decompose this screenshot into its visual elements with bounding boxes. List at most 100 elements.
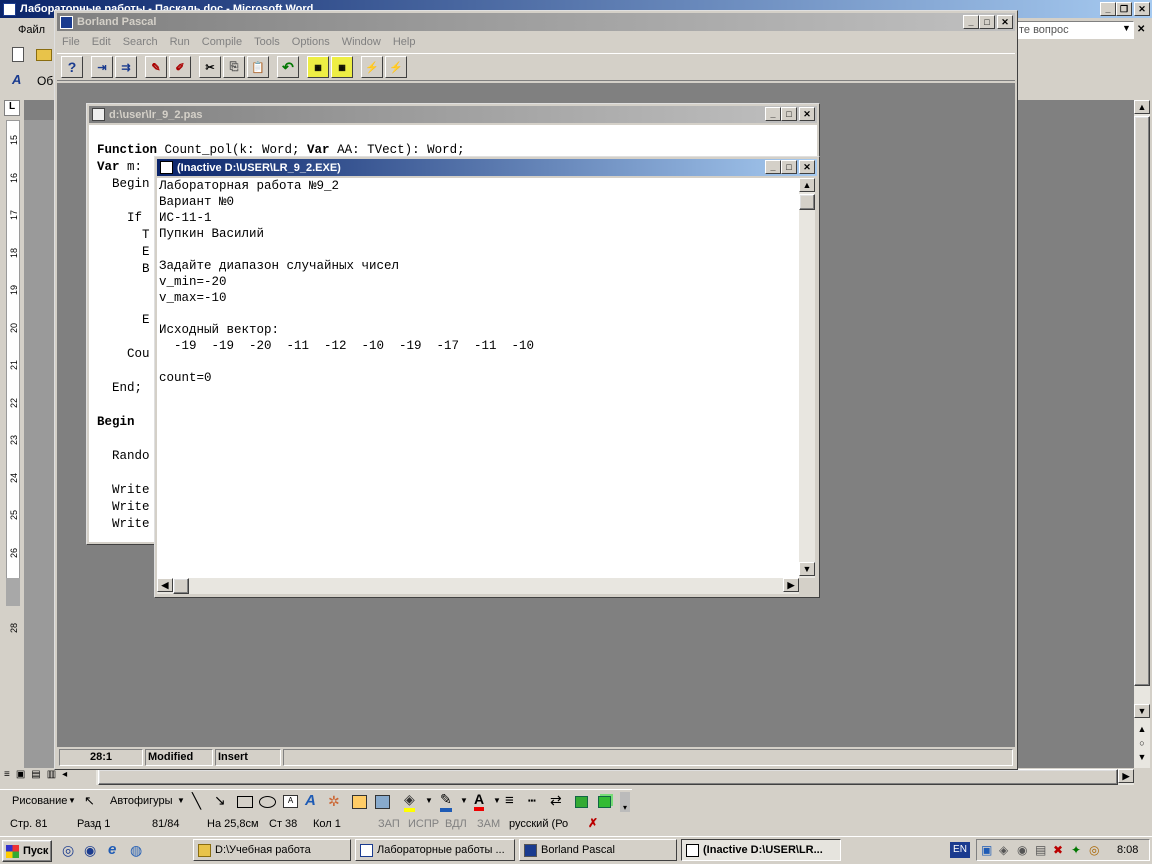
tray-disc-icon[interactable]: ◉ bbox=[1017, 843, 1027, 857]
console-scroll-left-button[interactable]: ◀ bbox=[157, 578, 173, 592]
bp-menu-options[interactable]: Options bbox=[292, 36, 330, 48]
word-mdi-close-icon[interactable]: ✕ bbox=[1137, 24, 1145, 35]
console-maximize-button[interactable]: □ bbox=[781, 160, 797, 174]
editor-close-button[interactable]: ✕ bbox=[799, 107, 815, 121]
rectangle-tool-icon[interactable] bbox=[237, 796, 253, 808]
open-folder-icon[interactable] bbox=[36, 49, 52, 61]
copy-icon[interactable]: ⎘ bbox=[223, 56, 245, 78]
arrow-tool-icon[interactable]: ↘ bbox=[214, 792, 226, 809]
status-ext[interactable]: ВДЛ bbox=[445, 818, 467, 830]
tray-monitor-icon[interactable]: ▤ bbox=[1035, 843, 1046, 857]
start-button[interactable]: Пуск bbox=[2, 840, 52, 862]
bp-close-button[interactable]: ✕ bbox=[997, 15, 1013, 29]
tray-shield-icon[interactable]: ✖ bbox=[1053, 843, 1063, 857]
bp-menu-compile[interactable]: Compile bbox=[202, 36, 242, 48]
select-objects-icon[interactable]: ↖ bbox=[84, 793, 95, 809]
console-horizontal-scrollbar[interactable]: ◀ ▶ bbox=[157, 578, 799, 594]
status-trk[interactable]: ИСПР bbox=[408, 818, 439, 830]
bp-menu-search[interactable]: Search bbox=[123, 36, 158, 48]
cut-icon[interactable]: ✂ bbox=[199, 56, 221, 78]
word-minimize-button[interactable]: _ bbox=[1100, 2, 1116, 16]
make-icon[interactable]: ▦ bbox=[331, 56, 353, 78]
run-icon[interactable]: ⚡ bbox=[361, 56, 383, 78]
quicklaunch-ie-icon[interactable]: e bbox=[108, 841, 116, 858]
watch-icon[interactable]: ✐ bbox=[169, 56, 191, 78]
fill-color-arrow-icon[interactable]: ▼ bbox=[425, 796, 433, 805]
line-style-icon[interactable]: ≡ bbox=[505, 792, 514, 809]
status-rec[interactable]: ЗАП bbox=[378, 818, 400, 830]
word-scroll-up-button[interactable]: ▲ bbox=[1134, 100, 1150, 114]
toolbar-options-icon[interactable]: ▾ bbox=[620, 792, 630, 812]
ruler-corner[interactable]: L bbox=[4, 100, 20, 116]
console-scroll-right-button[interactable]: ▶ bbox=[783, 578, 799, 592]
status-ovr[interactable]: ЗАМ bbox=[477, 818, 500, 830]
drawing-menu[interactable]: Рисование bbox=[12, 795, 67, 807]
editor-minimize-button[interactable]: _ bbox=[765, 107, 781, 121]
run-to-cursor-icon[interactable]: ⚡ bbox=[385, 56, 407, 78]
fill-color-icon[interactable]: ◈ bbox=[404, 791, 415, 812]
word-view-buttons[interactable]: ≡▣▤▥◂ bbox=[4, 769, 96, 785]
task-console[interactable]: (Inactive D:\USER\LR... bbox=[681, 839, 841, 861]
word-scroll-down-button[interactable]: ▼ bbox=[1134, 704, 1150, 718]
picture-icon[interactable] bbox=[375, 795, 390, 809]
arrow-style-icon[interactable]: ⇄ bbox=[550, 792, 562, 809]
new-document-icon[interactable] bbox=[12, 47, 24, 62]
task-borland-pascal[interactable]: Borland Pascal bbox=[519, 839, 677, 861]
console-minimize-button[interactable]: _ bbox=[765, 160, 781, 174]
clock[interactable]: 8:08 bbox=[1117, 844, 1138, 856]
word-close-button[interactable]: ✕ bbox=[1134, 2, 1150, 16]
autoshapes-arrow-icon[interactable]: ▼ bbox=[177, 796, 185, 805]
console-output-area[interactable]: Лабораторная работа №9_2 Вариант №0 ИС-11-… bbox=[157, 178, 799, 578]
bp-menu-file[interactable]: File bbox=[62, 36, 80, 48]
bp-maximize-button[interactable]: □ bbox=[979, 15, 995, 29]
font-color-arrow-icon[interactable]: ▼ bbox=[493, 796, 501, 805]
wordart-icon[interactable]: A bbox=[305, 792, 316, 809]
undo-icon[interactable]: ↶ bbox=[277, 56, 299, 78]
quicklaunch-search-icon[interactable]: ◎ bbox=[62, 842, 74, 859]
word-help-input[interactable]: те вопрос bbox=[1016, 21, 1134, 39]
bp-menu-edit[interactable]: Edit bbox=[92, 36, 111, 48]
paste-icon[interactable]: 📋 bbox=[247, 56, 269, 78]
drawing-menu-arrow-icon[interactable]: ▼ bbox=[68, 796, 76, 805]
console-vscroll-thumb[interactable] bbox=[799, 194, 815, 210]
language-indicator[interactable]: EN bbox=[950, 842, 970, 858]
shadow-style-icon[interactable] bbox=[575, 796, 588, 808]
oval-tool-icon[interactable] bbox=[259, 796, 276, 808]
bp-menu-window[interactable]: Window bbox=[342, 36, 381, 48]
bp-menu-tools[interactable]: Tools bbox=[254, 36, 280, 48]
word-scroll-thumb[interactable] bbox=[1134, 116, 1150, 686]
console-scroll-down-button[interactable]: ▼ bbox=[799, 562, 815, 576]
word-browse-buttons[interactable]: ▲ ○ ▼ bbox=[1136, 722, 1148, 764]
font-color-icon[interactable]: A bbox=[474, 791, 485, 811]
clipart-icon[interactable] bbox=[352, 795, 367, 809]
breakpoint-icon[interactable]: ✎ bbox=[145, 56, 167, 78]
word-vertical-scrollbar[interactable]: ▲ ▼ ▲ ○ ▼ bbox=[1134, 100, 1150, 768]
step-into-icon[interactable]: ⇥ bbox=[91, 56, 113, 78]
bp-menu-help[interactable]: Help bbox=[393, 36, 416, 48]
style-box-label[interactable]: Об bbox=[37, 74, 53, 88]
quicklaunch-media-icon[interactable]: ◉ bbox=[84, 842, 96, 859]
word-menu-file[interactable]: Файл bbox=[18, 24, 45, 36]
help-icon[interactable]: ? bbox=[61, 56, 83, 78]
bp-minimize-button[interactable]: _ bbox=[963, 15, 979, 29]
console-hscroll-thumb[interactable] bbox=[173, 578, 189, 594]
word-restore-button[interactable]: ❐ bbox=[1116, 2, 1132, 16]
word-scroll-right-button[interactable]: ▶ bbox=[1118, 769, 1134, 783]
quicklaunch-outlook-icon[interactable]: ◍ bbox=[130, 842, 142, 859]
line-tool-icon[interactable]: ╲ bbox=[192, 792, 201, 810]
bp-menu-run[interactable]: Run bbox=[170, 36, 190, 48]
editor-maximize-button[interactable]: □ bbox=[781, 107, 797, 121]
word-horizontal-scrollbar[interactable]: ▶ bbox=[96, 769, 1134, 785]
console-close-button[interactable]: ✕ bbox=[799, 160, 815, 174]
dash-style-icon[interactable]: ┅ bbox=[528, 793, 536, 809]
tray-wifi-icon[interactable]: ◎ bbox=[1089, 843, 1099, 857]
line-color-icon[interactable]: ✎ bbox=[440, 791, 452, 812]
tray-network-icon[interactable]: ▣ bbox=[981, 843, 992, 857]
tray-antivirus-icon[interactable]: ◈ bbox=[999, 843, 1008, 857]
word-hscroll-thumb[interactable] bbox=[98, 769, 1118, 785]
tray-update-icon[interactable]: ✦ bbox=[1071, 843, 1081, 857]
3d-style-icon[interactable] bbox=[598, 796, 611, 808]
autoshapes-menu[interactable]: Автофигуры bbox=[110, 795, 173, 807]
textbox-tool-icon[interactable]: A bbox=[283, 795, 298, 808]
line-color-arrow-icon[interactable]: ▼ bbox=[460, 796, 468, 805]
